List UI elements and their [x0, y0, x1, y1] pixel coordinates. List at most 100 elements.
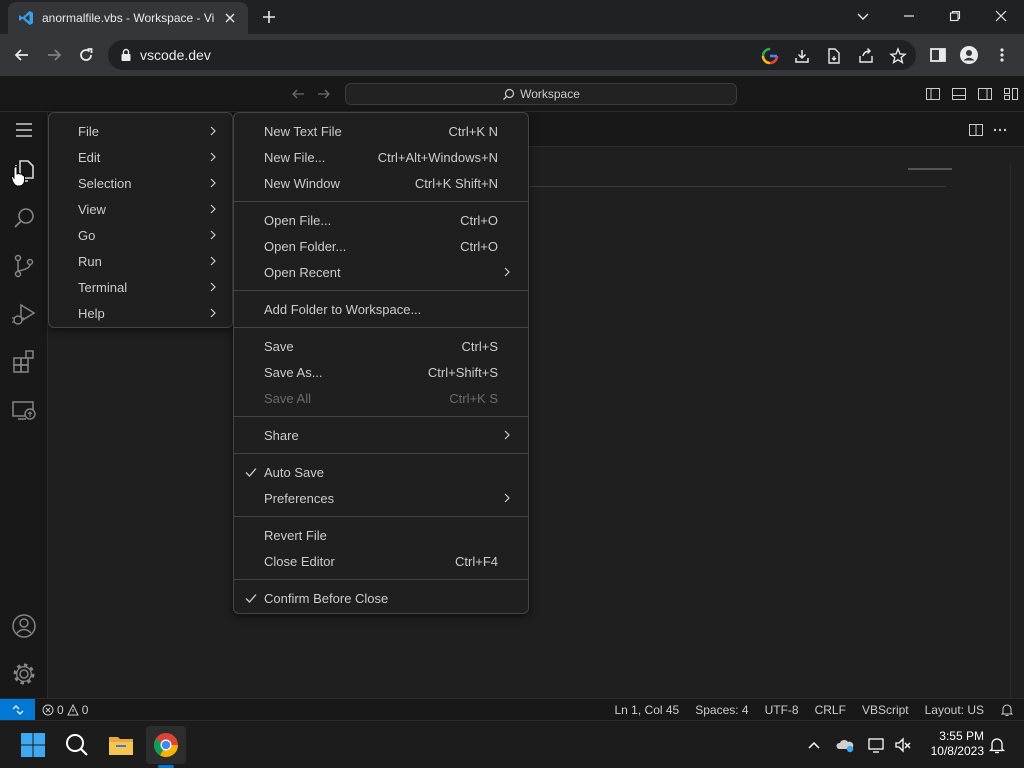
minimize-icon[interactable]	[894, 4, 924, 28]
customize-layout-icon[interactable]	[1003, 86, 1019, 102]
taskbar-clock[interactable]: 3:55 PM 10/8/2023	[918, 729, 984, 759]
extensions-icon[interactable]	[10, 348, 38, 376]
toggle-panel-icon[interactable]	[951, 86, 967, 102]
go-forward-icon[interactable]	[316, 86, 332, 102]
accounts-icon[interactable]	[10, 612, 38, 640]
menu-item-label: Confirm Before Close	[264, 590, 389, 606]
menu-separator	[234, 453, 528, 454]
chevron-right-icon	[500, 491, 514, 505]
minimap[interactable]	[908, 168, 952, 170]
side-panel-icon[interactable]	[927, 44, 949, 66]
menu-open-folder[interactable]: Open Folder... Ctrl+O	[234, 233, 528, 259]
menu-item-help[interactable]: Help	[49, 300, 232, 326]
menu-item-terminal[interactable]: Terminal	[49, 274, 232, 300]
menu-item-label: Revert File	[264, 527, 327, 543]
notification-center-icon[interactable]	[987, 735, 1007, 755]
warning-count: 0	[81, 703, 89, 717]
editor-scrollbar[interactable]	[1010, 164, 1024, 698]
menu-add-folder-to-workspace[interactable]: Add Folder to Workspace...	[234, 296, 528, 322]
menu-item-label: Save	[264, 338, 294, 354]
volume-muted-icon[interactable]	[893, 735, 913, 755]
keybinding: Ctrl+O	[460, 238, 498, 254]
menu-hamburger-icon[interactable]	[10, 116, 38, 144]
notifications-bell-icon[interactable]	[1000, 703, 1014, 717]
menu-confirm-before-close[interactable]: Confirm Before Close	[234, 585, 528, 611]
show-hidden-icons-chevron-icon[interactable]	[804, 735, 824, 755]
menu-item-file[interactable]: File	[49, 118, 232, 144]
menu-item-selection[interactable]: Selection	[49, 170, 232, 196]
menu-item-view[interactable]: View	[49, 196, 232, 222]
menu-item-label: Close Editor	[264, 553, 335, 569]
menu-preferences[interactable]: Preferences	[234, 485, 528, 511]
go-back-icon[interactable]	[290, 86, 306, 102]
split-editor-icon[interactable]	[968, 122, 984, 138]
command-center[interactable]: Workspace	[345, 83, 737, 105]
remote-icon	[11, 703, 25, 717]
end-of-line[interactable]: CRLF	[815, 703, 846, 717]
menu-save-as[interactable]: Save As... Ctrl+Shift+S	[234, 359, 528, 385]
run-and-debug-icon[interactable]	[10, 300, 38, 328]
menu-item-label: Save All	[264, 390, 311, 406]
menu-new-text-file[interactable]: New Text File Ctrl+K N	[234, 118, 528, 144]
remote-indicator[interactable]	[0, 699, 35, 721]
keybinding: Ctrl+F4	[455, 553, 498, 569]
back-icon[interactable]	[11, 44, 33, 66]
share-icon[interactable]	[857, 47, 875, 65]
language-mode[interactable]: VBScript	[862, 703, 909, 717]
toggle-primary-sidebar-icon[interactable]	[925, 86, 941, 102]
menu-revert-file[interactable]: Revert File	[234, 522, 528, 548]
menu-share[interactable]: Share	[234, 422, 528, 448]
settings-gear-icon[interactable]	[10, 660, 38, 688]
menu-open-file[interactable]: Open File... Ctrl+O	[234, 207, 528, 233]
browser-tab-strip: anormalfile.vbs - Workspace - Vi	[0, 0, 1024, 34]
error-count: 0	[57, 703, 64, 717]
more-actions-icon[interactable]	[992, 122, 1008, 138]
menu-item-go[interactable]: Go	[49, 222, 232, 248]
menu-new-window[interactable]: New Window Ctrl+K Shift+N	[234, 170, 528, 196]
reload-icon[interactable]	[75, 44, 97, 66]
chevron-right-icon	[206, 202, 220, 216]
menu-save[interactable]: Save Ctrl+S	[234, 333, 528, 359]
indentation[interactable]: Spaces: 4	[695, 703, 748, 717]
google-icon[interactable]	[761, 47, 779, 65]
forward-icon[interactable]	[43, 44, 65, 66]
file-access-icon[interactable]	[825, 47, 843, 65]
menu-open-recent[interactable]: Open Recent	[234, 259, 528, 285]
menu-close-editor[interactable]: Close Editor Ctrl+F4	[234, 548, 528, 574]
chrome-icon[interactable]	[152, 731, 180, 759]
menu-item-label: Open File...	[264, 212, 332, 228]
problems-indicator[interactable]: 0 0	[42, 703, 88, 717]
close-tab-icon[interactable]	[222, 10, 238, 26]
kebab-menu-icon[interactable]	[991, 44, 1013, 66]
network-icon[interactable]	[867, 735, 887, 755]
windows-start-icon[interactable]	[19, 731, 47, 759]
new-tab-button[interactable]	[258, 6, 280, 28]
search-view-icon[interactable]	[10, 204, 38, 232]
onedrive-icon[interactable]	[835, 735, 855, 755]
taskbar-search-icon[interactable]	[63, 731, 91, 759]
menu-item-run[interactable]: Run	[49, 248, 232, 274]
close-window-icon[interactable]	[986, 4, 1016, 28]
restore-icon[interactable]	[940, 4, 970, 28]
file-explorer-icon[interactable]	[107, 731, 135, 759]
chevron-right-icon	[206, 280, 220, 294]
bookmark-star-icon[interactable]	[889, 47, 907, 65]
encoding[interactable]: UTF-8	[765, 703, 799, 717]
menu-item-edit[interactable]: Edit	[49, 144, 232, 170]
keybinding: Ctrl+K N	[448, 123, 498, 139]
menu-auto-save[interactable]: Auto Save	[234, 459, 528, 485]
browser-tab[interactable]: anormalfile.vbs - Workspace - Vi	[8, 2, 248, 34]
chevron-right-icon	[206, 228, 220, 242]
menu-item-label: Add Folder to Workspace...	[264, 301, 422, 317]
cursor-position[interactable]: Ln 1, Col 45	[615, 703, 680, 717]
remote-explorer-icon[interactable]	[10, 396, 38, 424]
menu-new-file[interactable]: New File... Ctrl+Alt+Windows+N	[234, 144, 528, 170]
profile-avatar-icon[interactable]	[958, 44, 980, 66]
keyboard-layout[interactable]: Layout: US	[925, 703, 984, 717]
source-control-icon[interactable]	[10, 252, 38, 280]
activity-bar	[0, 112, 48, 698]
install-app-icon[interactable]	[793, 47, 811, 65]
tab-search-icon[interactable]	[848, 4, 878, 28]
editor-ruler	[528, 186, 946, 187]
toggle-secondary-sidebar-icon[interactable]	[977, 86, 993, 102]
